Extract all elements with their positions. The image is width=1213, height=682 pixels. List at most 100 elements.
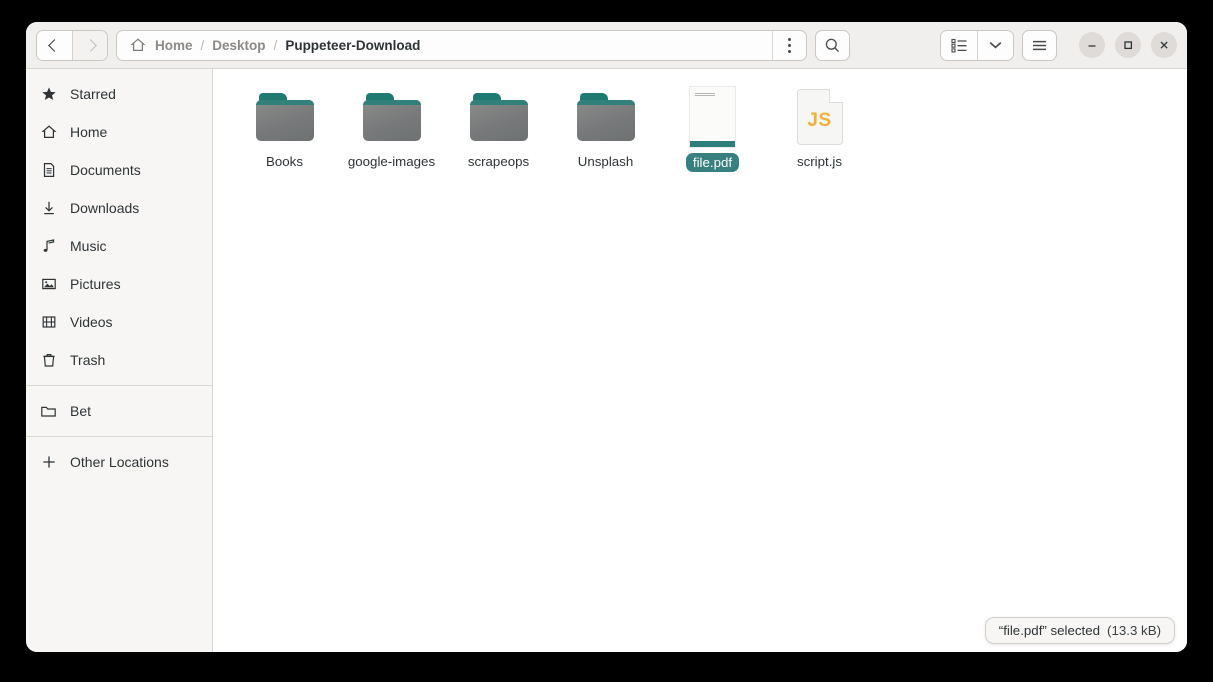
file-manager-window: Home / Desktop / Puppeteer-Download Star… bbox=[26, 22, 1187, 652]
sidebar-divider bbox=[26, 385, 212, 386]
forward-button[interactable] bbox=[72, 30, 107, 60]
maximize-icon bbox=[1124, 41, 1133, 50]
folder-body bbox=[469, 100, 528, 141]
view-options-dropdown[interactable] bbox=[977, 30, 1013, 60]
file-item-folder[interactable]: google-images bbox=[338, 83, 445, 172]
minimize-button[interactable] bbox=[1079, 32, 1105, 58]
file-label: scrapeops bbox=[467, 154, 530, 169]
chevron-left-icon bbox=[48, 38, 61, 52]
image-icon bbox=[40, 276, 57, 293]
breadcrumb-item-current[interactable]: Puppeteer-Download bbox=[285, 38, 420, 53]
folder-body bbox=[576, 100, 635, 141]
trash-icon bbox=[40, 352, 57, 369]
sidebar-item-pictures[interactable]: Pictures bbox=[26, 265, 212, 303]
file-label: Books bbox=[266, 154, 303, 169]
sidebar-item-label: Music bbox=[70, 238, 107, 254]
file-label: google-images bbox=[347, 154, 436, 169]
dot bbox=[788, 43, 791, 47]
back-button[interactable] bbox=[37, 30, 72, 60]
breadcrumb-item-desktop[interactable]: Desktop bbox=[212, 38, 265, 53]
pdf-page-icon bbox=[689, 86, 736, 148]
js-badge: JS bbox=[807, 110, 832, 131]
sidebar: Starred Home Documents Downloads Music P… bbox=[26, 69, 213, 652]
sidebar-item-videos[interactable]: Videos bbox=[26, 303, 212, 341]
folder-thumbnail bbox=[574, 85, 638, 149]
file-item-folder[interactable]: scrapeops bbox=[445, 83, 552, 172]
file-label: script.js bbox=[796, 154, 843, 169]
sidebar-item-home[interactable]: Home bbox=[26, 113, 212, 151]
music-note-icon bbox=[40, 238, 57, 255]
folder-icon bbox=[362, 93, 421, 141]
folder-icon bbox=[255, 93, 314, 141]
folder-lip bbox=[576, 100, 635, 105]
folder-lip bbox=[255, 100, 314, 105]
hamburger-menu-icon bbox=[1033, 40, 1046, 50]
maximize-button[interactable] bbox=[1115, 32, 1141, 58]
javascript-file-icon: JS bbox=[796, 89, 843, 145]
sidebar-item-other-locations[interactable]: Other Locations bbox=[26, 443, 212, 481]
headerbar: Home / Desktop / Puppeteer-Download bbox=[26, 22, 1187, 69]
sidebar-item-label: Other Locations bbox=[70, 454, 169, 470]
sidebar-item-label: Bet bbox=[70, 403, 92, 419]
sidebar-item-documents[interactable]: Documents bbox=[26, 151, 212, 189]
film-strip-icon bbox=[40, 314, 57, 331]
js-thumbnail: JS bbox=[788, 85, 852, 149]
file-item-js[interactable]: JS script.js bbox=[766, 83, 873, 172]
main-menu-button[interactable] bbox=[1022, 29, 1057, 61]
sidebar-item-label: Starred bbox=[70, 86, 116, 102]
sidebar-item-label: Home bbox=[70, 124, 108, 140]
three-dots-vertical-icon[interactable] bbox=[772, 30, 806, 60]
list-view-button[interactable] bbox=[941, 31, 977, 60]
folder-icon bbox=[576, 93, 635, 141]
window-body: Starred Home Documents Downloads Music P… bbox=[26, 69, 1187, 652]
file-label-selected: file.pdf bbox=[685, 153, 740, 172]
download-arrow-icon bbox=[40, 200, 57, 217]
list-view-icon bbox=[950, 38, 966, 52]
sidebar-item-label: Documents bbox=[70, 162, 141, 178]
file-item-pdf[interactable]: file.pdf bbox=[659, 83, 766, 172]
sidebar-item-trash[interactable]: Trash bbox=[26, 341, 212, 379]
file-item-folder[interactable]: Books bbox=[231, 83, 338, 172]
sidebar-item-starred[interactable]: Starred bbox=[26, 75, 212, 113]
status-badge: “file.pdf” selected (13.3 kB) bbox=[984, 617, 1175, 644]
breadcrumb-separator: / bbox=[200, 37, 205, 53]
folder-body bbox=[362, 100, 421, 141]
chevron-right-icon bbox=[83, 38, 97, 52]
folder-outline-icon bbox=[40, 403, 57, 420]
sidebar-item-label: Downloads bbox=[70, 200, 140, 216]
pdf-preview-text bbox=[695, 93, 715, 96]
dot bbox=[788, 37, 791, 41]
breadcrumb: Home / Desktop / Puppeteer-Download bbox=[116, 29, 807, 61]
pdf-footer-bar bbox=[690, 141, 735, 147]
search-icon bbox=[825, 38, 840, 52]
sidebar-item-bet[interactable]: Bet bbox=[26, 392, 212, 430]
page-fold-corner bbox=[828, 89, 843, 103]
folder-icon bbox=[469, 93, 528, 141]
minimize-icon bbox=[1088, 45, 1096, 47]
window-controls bbox=[1079, 32, 1177, 58]
home-icon bbox=[40, 124, 57, 141]
breadcrumb-separator: / bbox=[273, 37, 278, 53]
folder-thumbnail bbox=[253, 85, 317, 149]
view-mode-group bbox=[940, 29, 1014, 61]
folder-thumbnail bbox=[467, 85, 531, 149]
pdf-thumbnail bbox=[681, 85, 745, 149]
sidebar-item-music[interactable]: Music bbox=[26, 227, 212, 265]
chevron-down-icon bbox=[989, 41, 1002, 49]
document-icon bbox=[40, 162, 57, 179]
sidebar-item-downloads[interactable]: Downloads bbox=[26, 189, 212, 227]
file-label: Unsplash bbox=[577, 154, 634, 169]
sidebar-item-label: Trash bbox=[70, 352, 106, 368]
star-icon bbox=[40, 86, 57, 103]
breadcrumb-item-home[interactable]: Home bbox=[155, 38, 193, 53]
nav-button-group bbox=[36, 29, 108, 61]
home-icon bbox=[130, 37, 146, 53]
close-button[interactable] bbox=[1151, 32, 1177, 58]
folder-thumbnail bbox=[360, 85, 424, 149]
file-item-folder[interactable]: Unsplash bbox=[552, 83, 659, 172]
sidebar-item-label: Videos bbox=[70, 314, 113, 330]
sidebar-item-label: Pictures bbox=[70, 276, 121, 292]
folder-lip bbox=[362, 100, 421, 105]
file-grid[interactable]: Books google-images scrapeops Unsplash f… bbox=[213, 69, 1187, 652]
search-button[interactable] bbox=[815, 29, 850, 61]
